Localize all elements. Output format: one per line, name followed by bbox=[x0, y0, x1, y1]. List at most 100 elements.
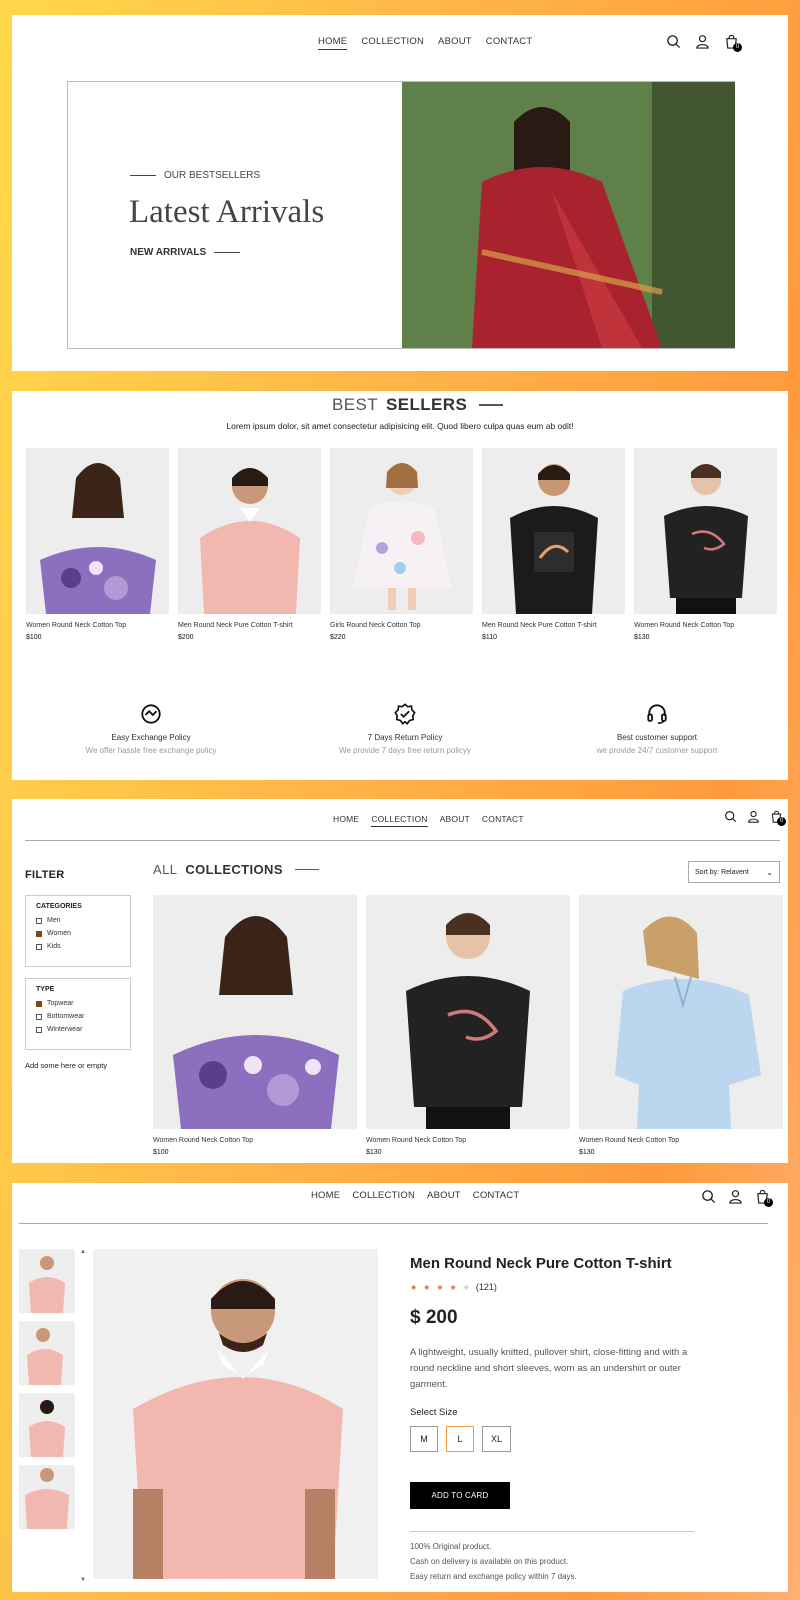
checkbox[interactable] bbox=[36, 943, 42, 950]
type-option-bottomwear[interactable]: Bottomwear bbox=[36, 1013, 120, 1020]
nav-home[interactable]: HOME bbox=[311, 1190, 340, 1201]
size-option-xl[interactable]: XL bbox=[482, 1426, 512, 1452]
search-icon[interactable] bbox=[701, 1189, 716, 1204]
hero-image bbox=[402, 82, 735, 348]
product-detail-panel: HOME COLLECTION ABOUT CONTACT 0 ▲ ▼ Men … bbox=[12, 1183, 788, 1592]
size-options: M L XL bbox=[410, 1426, 512, 1452]
cart-count-badge: 0 bbox=[764, 1198, 773, 1207]
quality-badge-icon bbox=[394, 703, 416, 725]
sort-label: Sort by: Relavent bbox=[695, 868, 749, 876]
star-icon: ★ bbox=[449, 1282, 457, 1292]
product-price: $110 bbox=[482, 634, 498, 641]
product-thumbnail[interactable] bbox=[19, 1249, 75, 1313]
cart-count-badge: 0 bbox=[733, 43, 742, 52]
add-to-cart-button[interactable]: ADD TO CARD bbox=[410, 1482, 510, 1509]
type-filter-title: TYPE bbox=[36, 986, 55, 993]
cart-icon[interactable]: 0 bbox=[724, 34, 742, 52]
size-option-l[interactable]: L bbox=[446, 1426, 474, 1452]
product-card[interactable]: Men Round Neck Pure Cotton T-shirt $110 bbox=[482, 448, 625, 641]
search-icon[interactable] bbox=[666, 34, 681, 49]
product-price: $220 bbox=[330, 634, 346, 641]
policy-title: 7 Days Return Policy bbox=[367, 733, 443, 742]
hero-new-arrivals-link[interactable]: NEW ARRIVALS bbox=[130, 247, 240, 258]
category-filter-title: CATEGORIES bbox=[36, 903, 82, 910]
user-icon[interactable] bbox=[747, 810, 760, 823]
product-image bbox=[153, 895, 357, 1129]
product-name: Women Round Neck Cotton Top bbox=[634, 622, 735, 629]
category-option-men[interactable]: Men bbox=[36, 917, 120, 924]
nav-collection[interactable]: COLLECTION bbox=[352, 1190, 415, 1201]
product-card[interactable]: Women Round Neck Cotton Top $100 bbox=[26, 448, 169, 641]
product-price: $130 bbox=[366, 1149, 382, 1156]
cart-icon[interactable]: 0 bbox=[770, 810, 786, 826]
nav-about[interactable]: ABOUT bbox=[440, 814, 470, 824]
type-option-topwear[interactable]: Topwear bbox=[36, 1000, 120, 1007]
product-card[interactable]: Women Round Neck Cotton Top $130 bbox=[366, 895, 570, 1156]
bestsellers-description: Lorem ipsum dolor, sit amet consectetur … bbox=[226, 421, 574, 431]
product-note: 100% Original product. bbox=[410, 1542, 492, 1551]
sort-select[interactable]: Sort by: Relavent ⌄ bbox=[688, 861, 780, 883]
category-option-kids[interactable]: Kids bbox=[36, 943, 120, 950]
search-icon[interactable] bbox=[724, 810, 737, 823]
star-icon: ★ bbox=[436, 1282, 444, 1292]
checkbox[interactable] bbox=[36, 1026, 42, 1033]
product-thumbnail[interactable] bbox=[19, 1465, 75, 1529]
thumbnail-scroll-up-icon[interactable]: ▲ bbox=[80, 1249, 86, 1255]
product-price: $130 bbox=[579, 1149, 595, 1156]
policy-desc: we provide 24/7 customer support bbox=[596, 746, 718, 755]
product-card[interactable]: Men Round Neck Pure Cotton T-shirt $200 bbox=[178, 448, 321, 641]
cart-icon[interactable]: 0 bbox=[755, 1189, 773, 1207]
checkbox[interactable] bbox=[36, 1013, 42, 1020]
product-main-image bbox=[93, 1249, 378, 1579]
main-nav: HOME COLLECTION ABOUT CONTACT bbox=[311, 1190, 519, 1201]
nav-about[interactable]: ABOUT bbox=[438, 36, 472, 47]
exchange-icon bbox=[140, 703, 162, 725]
nav-contact[interactable]: CONTACT bbox=[486, 36, 533, 47]
type-filter-box: TYPE Topwear Bottomwear Winterwear bbox=[25, 978, 131, 1050]
home-hero-panel: HOME COLLECTION ABOUT CONTACT 0 OUR BEST… bbox=[12, 15, 788, 371]
nav-collection[interactable]: COLLECTION bbox=[371, 814, 428, 827]
nav-contact[interactable]: CONTACT bbox=[482, 814, 524, 824]
nav-about[interactable]: ABOUT bbox=[427, 1190, 461, 1201]
filter-note: Add some here or empty bbox=[25, 1061, 108, 1070]
thumbnail-scroll-down-icon[interactable]: ▼ bbox=[80, 1577, 86, 1583]
option-label: Bottomwear bbox=[47, 1013, 85, 1020]
collections-title: ALL COLLECTIONS bbox=[153, 862, 319, 877]
product-card[interactable]: Women Round Neck Cotton Top $100 bbox=[153, 895, 357, 1156]
star-empty-icon: ★ bbox=[462, 1282, 470, 1292]
nav-home[interactable]: HOME bbox=[318, 36, 348, 50]
header-divider bbox=[19, 1223, 768, 1224]
collections-title-bold: COLLECTIONS bbox=[185, 862, 283, 877]
product-thumbnail[interactable] bbox=[19, 1393, 75, 1457]
product-thumbnail[interactable] bbox=[19, 1321, 75, 1385]
filter-title[interactable]: FILTER bbox=[25, 869, 64, 881]
user-icon[interactable] bbox=[728, 1189, 743, 1204]
product-price: $200 bbox=[178, 634, 194, 641]
product-note: Easy return and exchange policy within 7… bbox=[410, 1572, 577, 1581]
size-option-m[interactable]: M bbox=[410, 1426, 438, 1452]
policy-return: 7 Days Return Policy We provide 7 days f… bbox=[305, 703, 505, 755]
product-notes: 100% Original product. Cash on delivery … bbox=[410, 1539, 577, 1584]
hero-text-block: OUR BESTSELLERS Latest Arrivals NEW ARRI… bbox=[68, 82, 402, 348]
type-option-winterwear[interactable]: Winterwear bbox=[36, 1026, 120, 1033]
product-name: Women Round Neck Cotton Top bbox=[366, 1137, 467, 1144]
policy-desc: We offer hassle free exchange policy bbox=[85, 746, 217, 755]
checkbox[interactable] bbox=[36, 930, 42, 937]
nav-contact[interactable]: CONTACT bbox=[473, 1190, 520, 1201]
policy-title: Best customer support bbox=[616, 733, 698, 742]
headset-icon bbox=[646, 703, 668, 725]
checkbox[interactable] bbox=[36, 1000, 42, 1007]
user-icon[interactable] bbox=[695, 34, 710, 49]
product-card[interactable]: Women Round Neck Cotton Top $130 bbox=[634, 448, 777, 641]
product-card[interactable]: Girls Round Neck Cotton Top $220 bbox=[330, 448, 473, 641]
policy-support: Best customer support we provide 24/7 cu… bbox=[557, 703, 757, 755]
header-divider bbox=[25, 840, 780, 841]
star-icon: ★ bbox=[410, 1282, 418, 1292]
checkbox[interactable] bbox=[36, 917, 42, 924]
category-option-women[interactable]: Women bbox=[36, 930, 120, 937]
policy-desc: We provide 7 days free return policyy bbox=[339, 746, 471, 755]
star-icon: ★ bbox=[423, 1282, 431, 1292]
nav-home[interactable]: HOME bbox=[333, 814, 359, 824]
nav-collection[interactable]: COLLECTION bbox=[361, 36, 424, 47]
product-card[interactable]: Women Round Neck Cotton Top $130 bbox=[579, 895, 783, 1156]
